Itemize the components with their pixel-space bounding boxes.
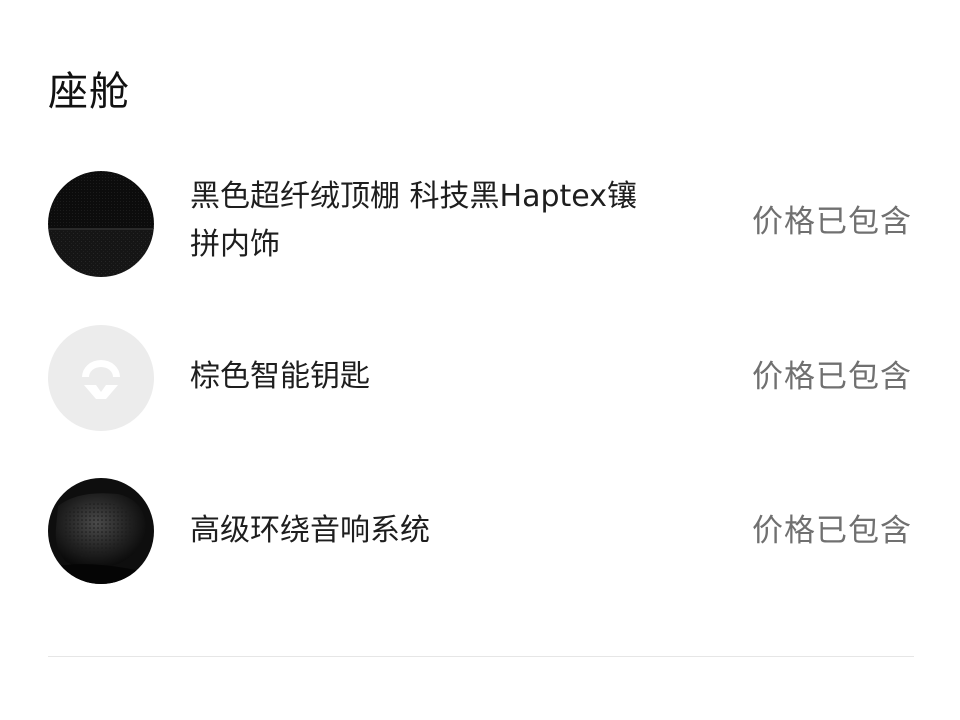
price-included-label: 价格已包含 xyxy=(752,513,912,549)
speaker-thumbnail xyxy=(48,478,154,584)
smart-key-thumbnail xyxy=(48,325,154,431)
price-included-label: 价格已包含 xyxy=(752,359,912,395)
fabric-swatch-thumbnail xyxy=(48,171,154,277)
option-name: 棕色智能钥匙 xyxy=(190,359,370,394)
section-divider xyxy=(48,656,914,657)
section-title: 座舱 xyxy=(48,69,130,115)
option-name: 高级环绕音响系统 xyxy=(190,513,430,548)
price-included-label: 价格已包含 xyxy=(752,204,912,240)
option-name: 黑色超纤绒顶棚 科技黑Haptex镶拼内饰 xyxy=(190,179,637,262)
